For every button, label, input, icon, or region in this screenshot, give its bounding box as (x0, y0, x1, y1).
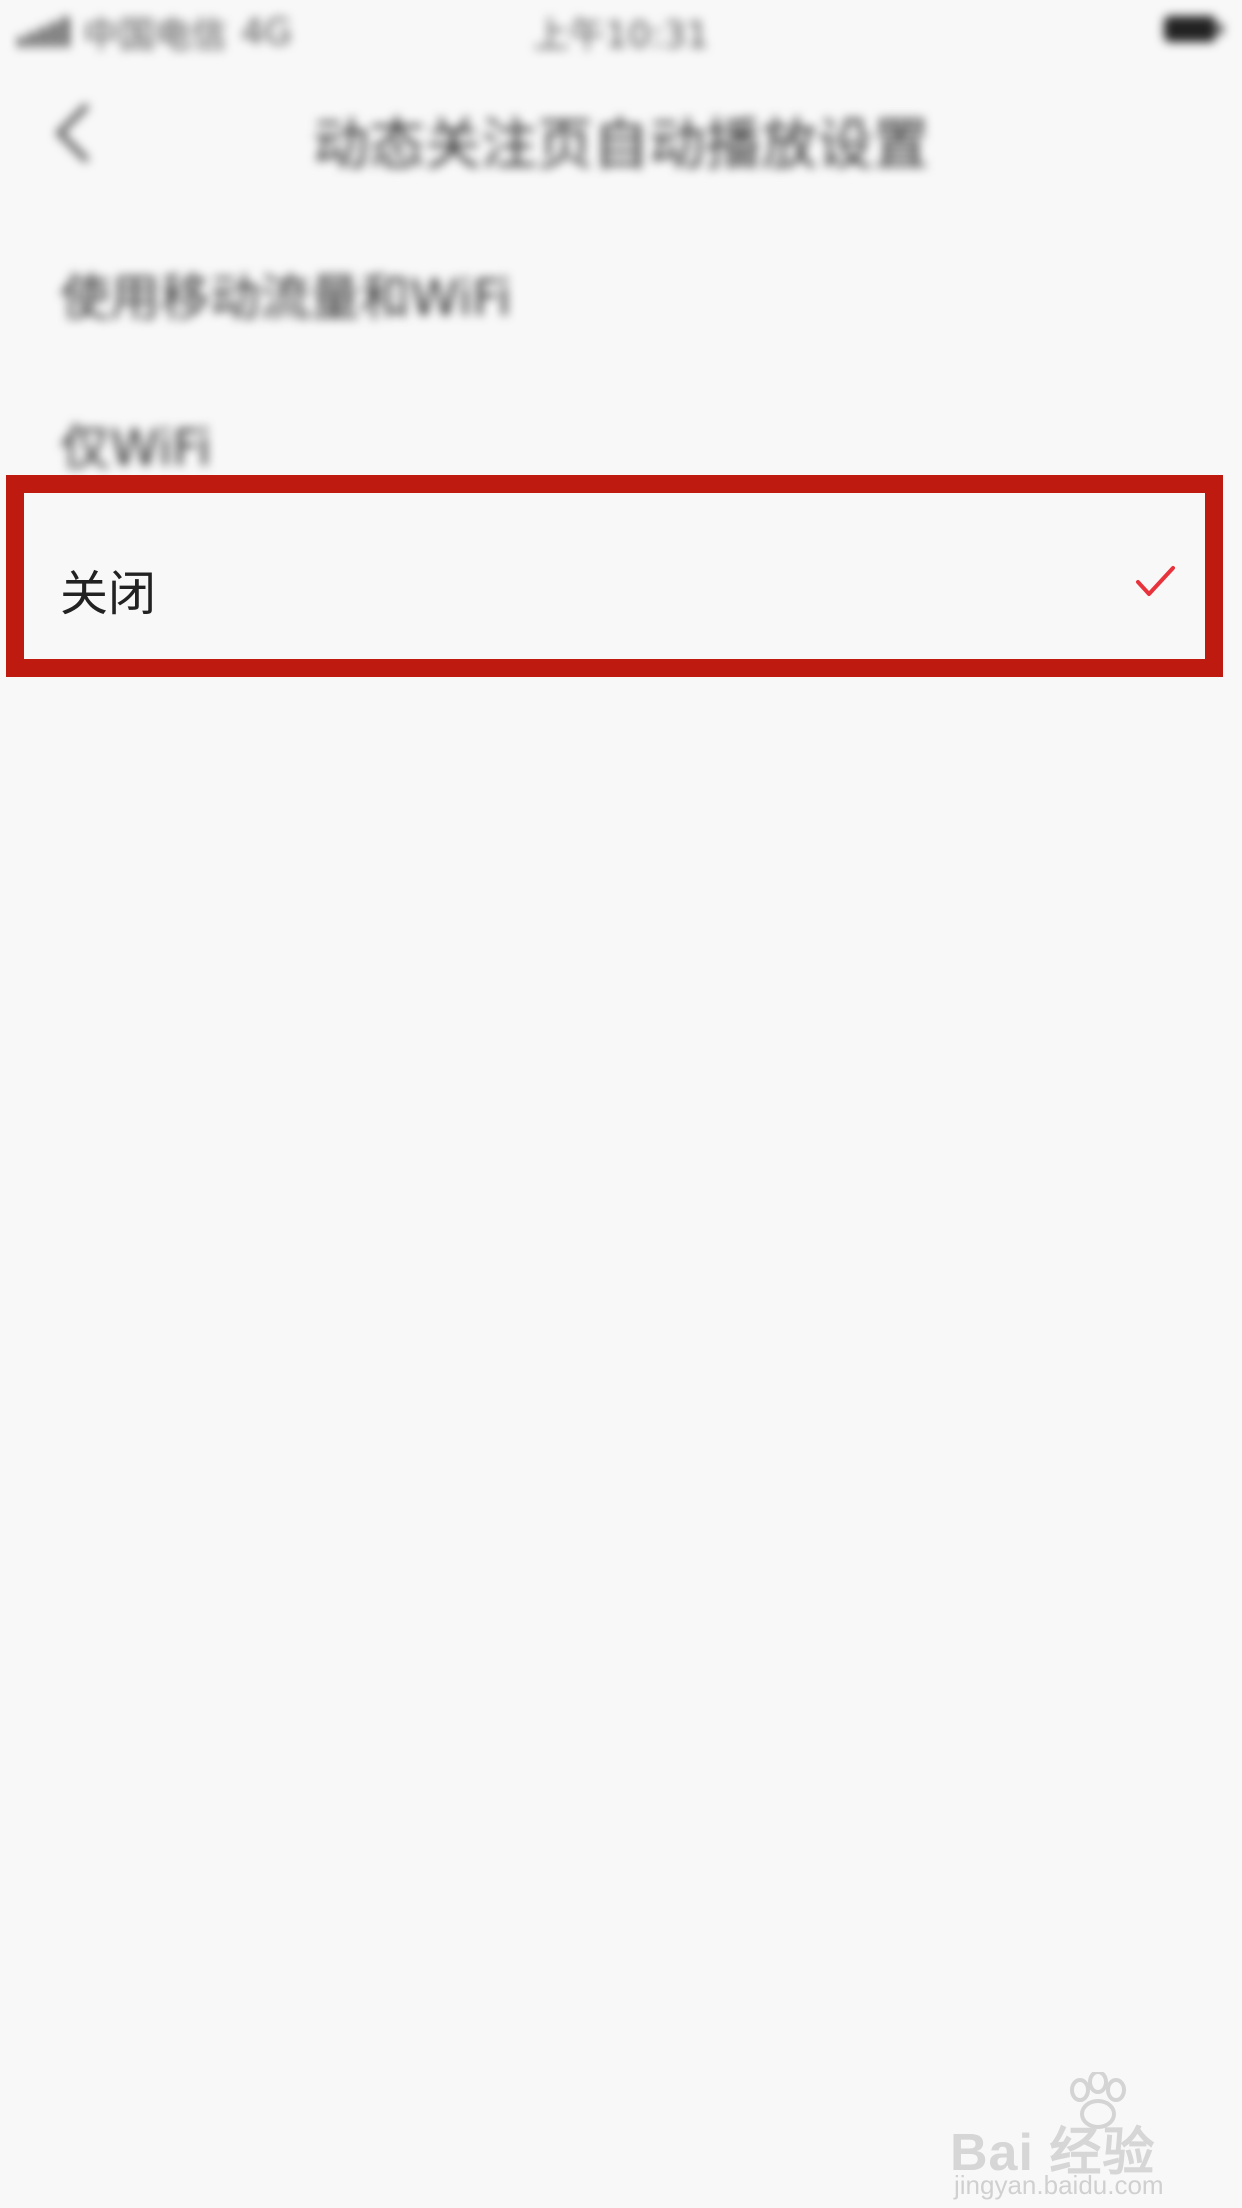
settings-page: 中国电信 4G 上午10:31 动态关注页自动播放设置 使用移动流量和WiFi … (0, 0, 1242, 2208)
battery-icon (1164, 16, 1223, 42)
option-mobile-and-wifi[interactable]: 使用移动流量和WiFi (0, 212, 1242, 362)
option-label: 使用移动流量和WiFi (60, 269, 512, 327)
watermark: Bai 经验 jingyan.baidu.com (950, 2070, 1190, 2200)
nav-bar: 动态关注页自动播放设置 (0, 80, 1242, 190)
highlight-frame (6, 475, 1223, 677)
watermark-url: jingyan.baidu.com (954, 2170, 1164, 2200)
status-time: 上午10:31 (533, 15, 709, 56)
status-bar: 中国电信 4G 上午10:31 (0, 0, 1242, 64)
page-title: 动态关注页自动播放设置 (313, 113, 929, 178)
option-label: 仅WiFi (60, 419, 212, 477)
